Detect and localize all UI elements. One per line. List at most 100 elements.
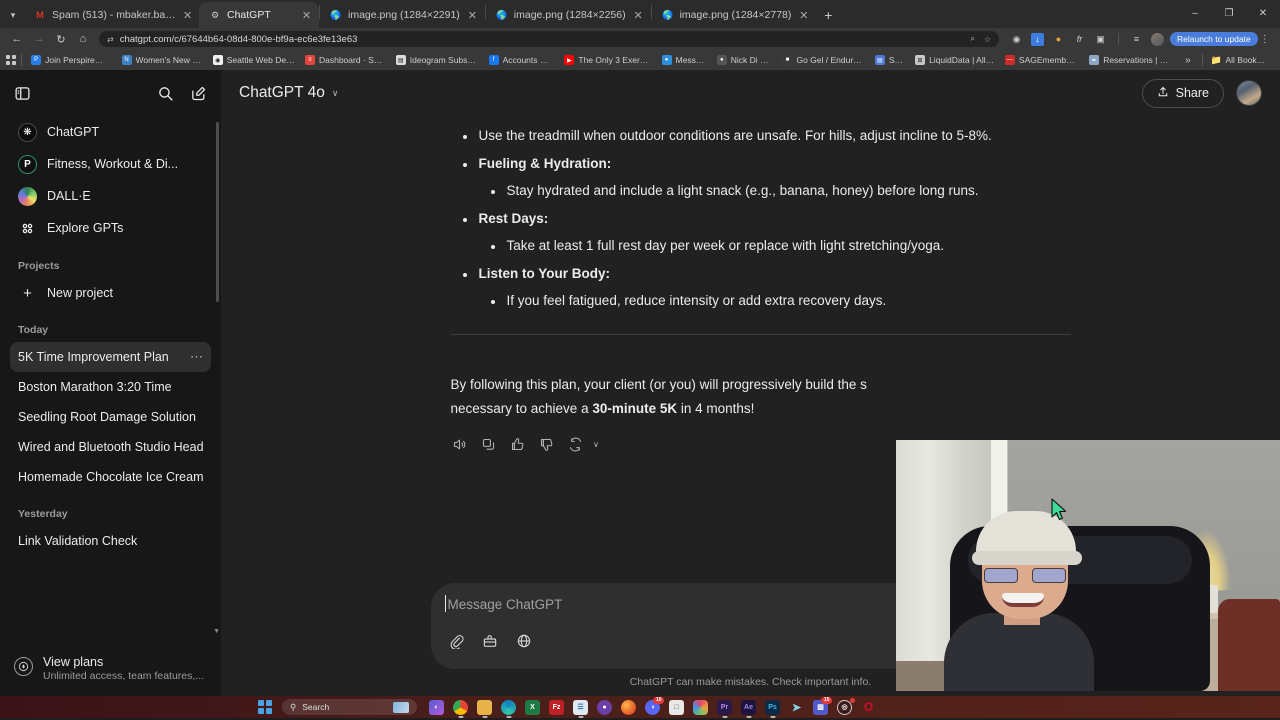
download-icon[interactable]: ↓: [1031, 32, 1044, 46]
sidebar-item-boston-marathon[interactable]: Boston Marathon 3:20 Time: [10, 372, 211, 402]
tab-close-icon[interactable]: ✕: [300, 9, 313, 22]
webcam-video-overlay[interactable]: [896, 440, 1280, 691]
taskbar-app-photoshop[interactable]: Ps: [765, 699, 780, 718]
taskbar-app-document[interactable]: □: [669, 699, 684, 715]
taskbar-app-copilot[interactable]: ◐: [429, 699, 444, 715]
bookmark-item[interactable]: ⊞LiquidData | All Pro...: [911, 54, 999, 66]
taskbar-app-file-explorer[interactable]: [477, 699, 492, 718]
sidebar-item-dalle[interactable]: DALL·E: [10, 180, 211, 212]
bookmark-item[interactable]: fAccounts Center: [485, 54, 559, 66]
browser-tab[interactable]: 🌎 image.png (1284×2778) ✕: [652, 2, 817, 28]
forward-button[interactable]: →: [28, 29, 50, 49]
bookmarks-overflow-button[interactable]: »: [1179, 55, 1197, 66]
close-window-button[interactable]: ✕: [1246, 0, 1280, 28]
sidebar-item-chatgpt[interactable]: ❋ ChatGPT: [10, 116, 211, 148]
bookmark-item[interactable]: ◉Seattle Web Design...: [209, 54, 299, 66]
bookmark-item[interactable]: ≡Dashboard · Spoka...: [301, 54, 390, 66]
tab-search-dropdown-icon[interactable]: ▾: [2, 2, 24, 28]
sidebar-item-wired-bluetooth-headphones[interactable]: Wired and Bluetooth Studio Head: [10, 432, 211, 462]
search-web-icon[interactable]: [515, 632, 533, 650]
new-tab-button[interactable]: +: [816, 2, 840, 28]
sidebar-scroll-area[interactable]: ❋ ChatGPT P Fitness, Workout & Di... DAL…: [0, 116, 221, 645]
home-button[interactable]: ⌂: [72, 29, 94, 49]
attach-icon[interactable]: [447, 632, 465, 650]
color-extension-icon[interactable]: ●: [1052, 33, 1065, 46]
taskbar-app-after-effects[interactable]: Ae: [741, 699, 756, 718]
bookmark-item[interactable]: —SAGEmember.com: [1001, 54, 1083, 66]
read-aloud-icon[interactable]: [451, 436, 468, 453]
taskbar-app-purple[interactable]: ●: [597, 699, 612, 715]
sidebar-toggle-icon[interactable]: [14, 85, 31, 102]
apps-grid-icon[interactable]: [6, 55, 17, 65]
taskbar-app-edge[interactable]: [501, 699, 516, 718]
screenshot-extension-icon[interactable]: ◉: [1010, 33, 1023, 46]
site-settings-icon[interactable]: ⇄: [107, 35, 114, 44]
puzzle-extensions-icon[interactable]: ▣: [1094, 33, 1107, 46]
bookmark-item[interactable]: NWomen's New Bala...: [118, 54, 207, 66]
browser-tab[interactable]: 🌎 image.png (1284×2256) ✕: [486, 2, 651, 28]
sidebar-item-fitness-gpt[interactable]: P Fitness, Workout & Di...: [10, 148, 211, 180]
sidebar-item-homemade-chocolate-ice-cream[interactable]: Homemade Chocolate Ice Cream: [10, 462, 211, 492]
tools-icon[interactable]: [481, 632, 499, 650]
chrome-menu-icon[interactable]: ⋮: [1258, 34, 1272, 45]
start-button[interactable]: [258, 700, 272, 714]
minimize-button[interactable]: –: [1178, 0, 1212, 28]
taskbar-app-teams[interactable]: ▨ 15: [813, 696, 832, 715]
sidebar-scrollbar[interactable]: [216, 122, 219, 302]
sidebar-item-link-validation-check[interactable]: Link Validation Check: [10, 526, 211, 556]
bookmark-item[interactable]: ▤Savin: [871, 54, 909, 66]
profile-avatar-icon[interactable]: [1151, 32, 1164, 46]
browser-tab-active[interactable]: ⚙ ChatGPT ✕: [199, 2, 319, 28]
taskbar-app-chrome[interactable]: [453, 699, 468, 718]
taskbar-app-premiere-pro[interactable]: Pr: [717, 699, 732, 718]
scroll-down-arrow-icon[interactable]: ▼: [213, 628, 220, 635]
share-button[interactable]: Share: [1141, 78, 1224, 108]
taskbar-app-excel[interactable]: X: [525, 699, 540, 715]
bookmark-item[interactable]: ▤Ideogram Subscripti...: [392, 54, 483, 66]
new-project-button[interactable]: + New project: [10, 278, 211, 308]
regenerate-chevron-icon[interactable]: ∨: [588, 436, 605, 453]
tab-close-icon[interactable]: ✕: [466, 9, 479, 22]
bookmark-star-icon[interactable]: ☆: [984, 35, 991, 44]
thumbs-up-icon[interactable]: [509, 436, 526, 453]
regenerate-icon[interactable]: [567, 436, 584, 453]
search-input[interactable]: ⚲ Search: [282, 699, 417, 715]
taskbar-app-firefox[interactable]: [621, 699, 636, 715]
search-icon[interactable]: [157, 85, 174, 102]
model-selector[interactable]: ChatGPT 4o ∨: [239, 84, 338, 102]
view-plans-button[interactable]: View plans Unlimited access, team featur…: [0, 645, 221, 696]
bookmark-item[interactable]: ▶The Only 3 Exercises...: [560, 54, 655, 66]
tab-close-icon[interactable]: ✕: [797, 9, 810, 22]
taskbar-app-opera[interactable]: O: [861, 700, 876, 715]
sidebar-item-explore-gpts[interactable]: Explore GPTs: [10, 212, 211, 244]
browser-tab[interactable]: 🌎 image.png (1284×2291) ✕: [320, 2, 485, 28]
address-bar[interactable]: ⇄ chatgpt.com/c/67644b64-08d4-800e-bf9a-…: [99, 31, 999, 47]
copy-icon[interactable]: [480, 436, 497, 453]
taskbar-app-notepad[interactable]: ☰: [573, 699, 588, 718]
browser-tab[interactable]: M Spam (513) - mbaker.bakermed ✕: [24, 2, 199, 28]
taskbar-app-chrome-alt[interactable]: ◎: [837, 697, 855, 715]
taskbar-app-steam[interactable]: ➤: [789, 700, 804, 715]
zoom-icon[interactable]: ⌕: [970, 34, 974, 44]
bookmark-item[interactable]: ●Messages: [658, 54, 711, 66]
font-extension-icon[interactable]: fr: [1073, 33, 1086, 46]
back-button[interactable]: ←: [6, 29, 28, 49]
relaunch-to-update-button[interactable]: Relaunch to update: [1170, 32, 1258, 46]
sidebar-item-5k-time-improvement-plan[interactable]: 5K Time Improvement Plan ⋯: [10, 342, 211, 372]
tab-close-icon[interactable]: ✕: [182, 9, 193, 22]
taskbar-app-filezilla[interactable]: Fz: [549, 699, 564, 715]
thumbs-down-icon[interactable]: [538, 436, 555, 453]
new-chat-icon[interactable]: [190, 85, 207, 102]
bookmark-item[interactable]: ✒Reservations | Rede...: [1085, 54, 1177, 66]
chat-options-icon[interactable]: ⋯: [186, 349, 203, 365]
bookmark-item[interactable]: PJoin Perspire—The...: [27, 54, 115, 66]
taskbar-app-photos[interactable]: [693, 699, 708, 715]
sidebar-item-seedling-root-damage[interactable]: Seedling Root Damage Solution: [10, 402, 211, 432]
avatar[interactable]: [1236, 80, 1262, 106]
all-bookmarks-button[interactable]: 📁 All Bookmarks: [1207, 54, 1274, 66]
maximize-button[interactable]: ❐: [1212, 0, 1246, 28]
bookmark-item[interactable]: ●Nick Di Paolo: [713, 54, 777, 66]
tab-close-icon[interactable]: ✕: [632, 9, 645, 22]
taskbar-app-discord[interactable]: ◑ 10: [645, 696, 664, 715]
bookmark-item[interactable]: ■Go Gel / Endurance...: [778, 54, 868, 66]
